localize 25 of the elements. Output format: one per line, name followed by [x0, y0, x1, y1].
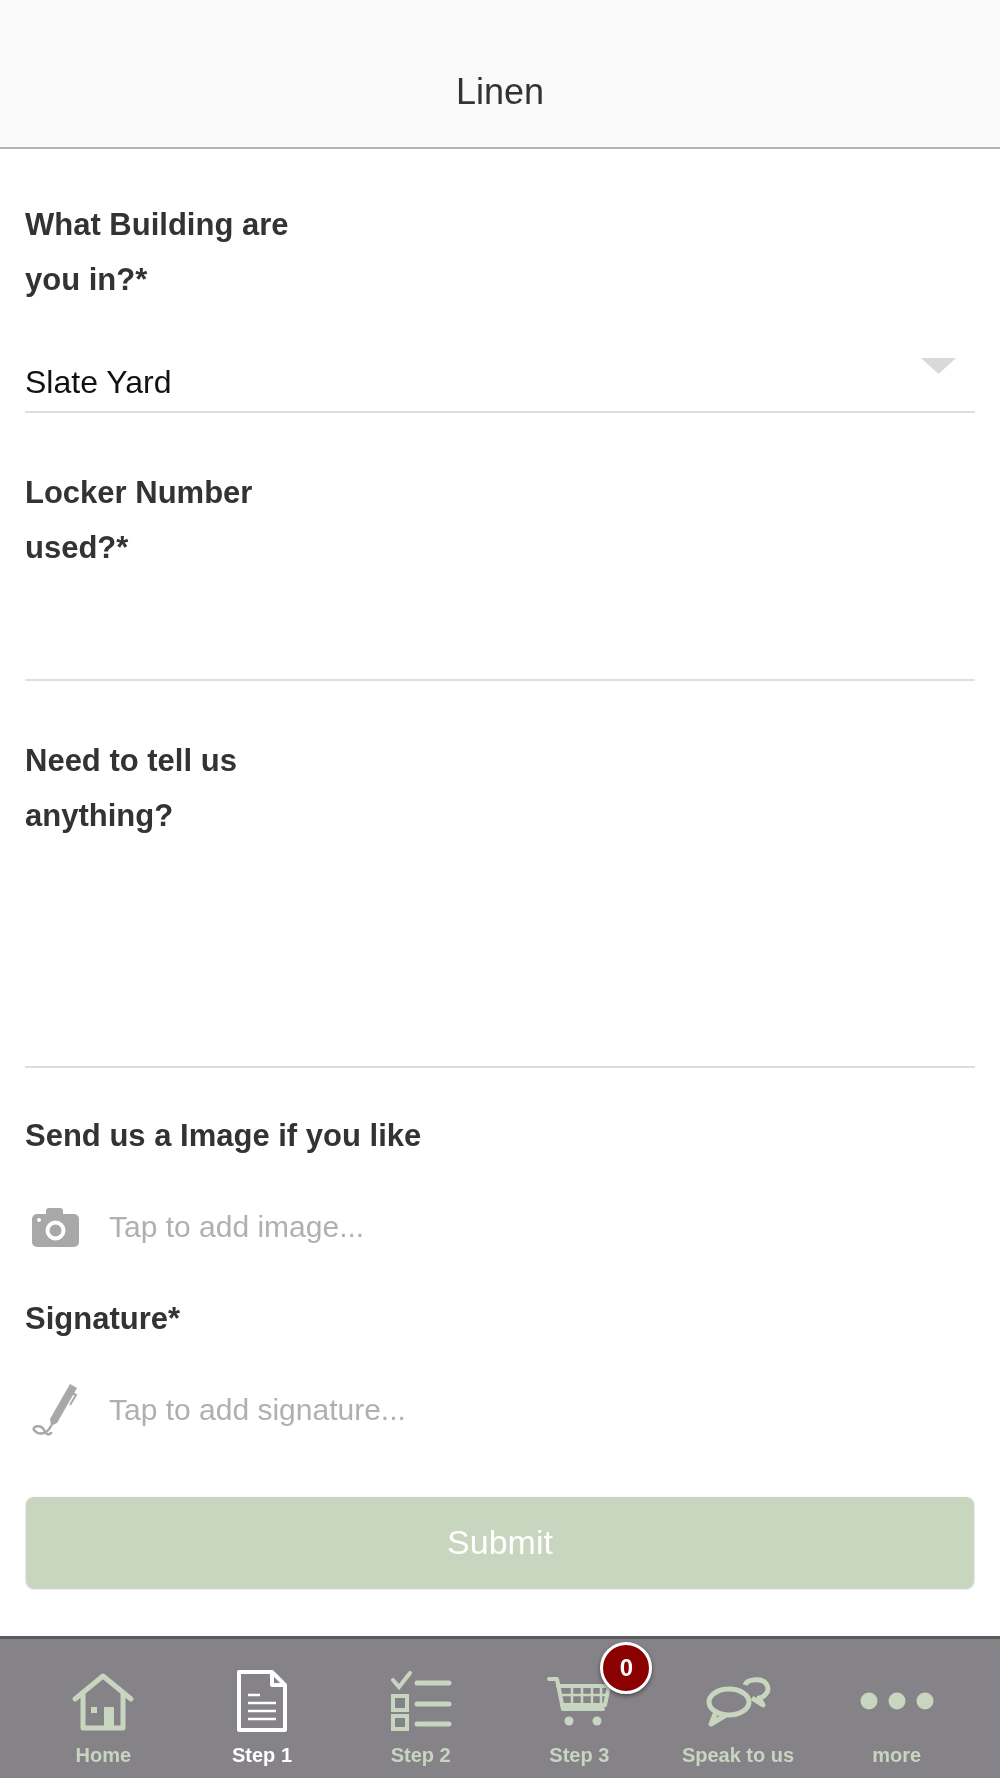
tab[interactable]: more — [817, 1639, 977, 1778]
tab[interactable]: Step 2 — [341, 1639, 500, 1778]
tab[interactable]: Step 1 — [182, 1639, 342, 1778]
field-label: Need to tell us anything? — [25, 742, 238, 835]
caret-icon — [921, 358, 956, 374]
checklist-icon — [389, 1671, 452, 1731]
page-title: Linen — [455, 69, 545, 114]
field-label: Send us a Image if you like — [25, 1117, 422, 1155]
dropdown-field[interactable]: Slate Yard — [25, 352, 975, 413]
field-label: Signature* — [25, 1300, 181, 1338]
pen-icon — [32, 1383, 79, 1437]
cart-icon — [547, 1675, 612, 1727]
add-image-button[interactable]: Tap to add image... — [25, 1190, 365, 1264]
house-icon — [71, 1671, 136, 1731]
count-badge: 0 — [600, 1642, 653, 1694]
field-label: Locker Number used?* — [25, 474, 254, 567]
camera-icon — [32, 1207, 79, 1247]
submit-button[interactable]: Submit — [26, 1497, 974, 1588]
tab[interactable]: Home — [24, 1639, 183, 1778]
speech-bubbles-icon — [705, 1675, 771, 1727]
tab[interactable]: Speak to us — [658, 1639, 818, 1778]
more-icon — [859, 1692, 934, 1710]
field-label: What Building are you in?* — [25, 206, 290, 299]
document-icon — [236, 1669, 288, 1733]
add-signature-button[interactable]: Tap to add signature... — [25, 1373, 406, 1447]
